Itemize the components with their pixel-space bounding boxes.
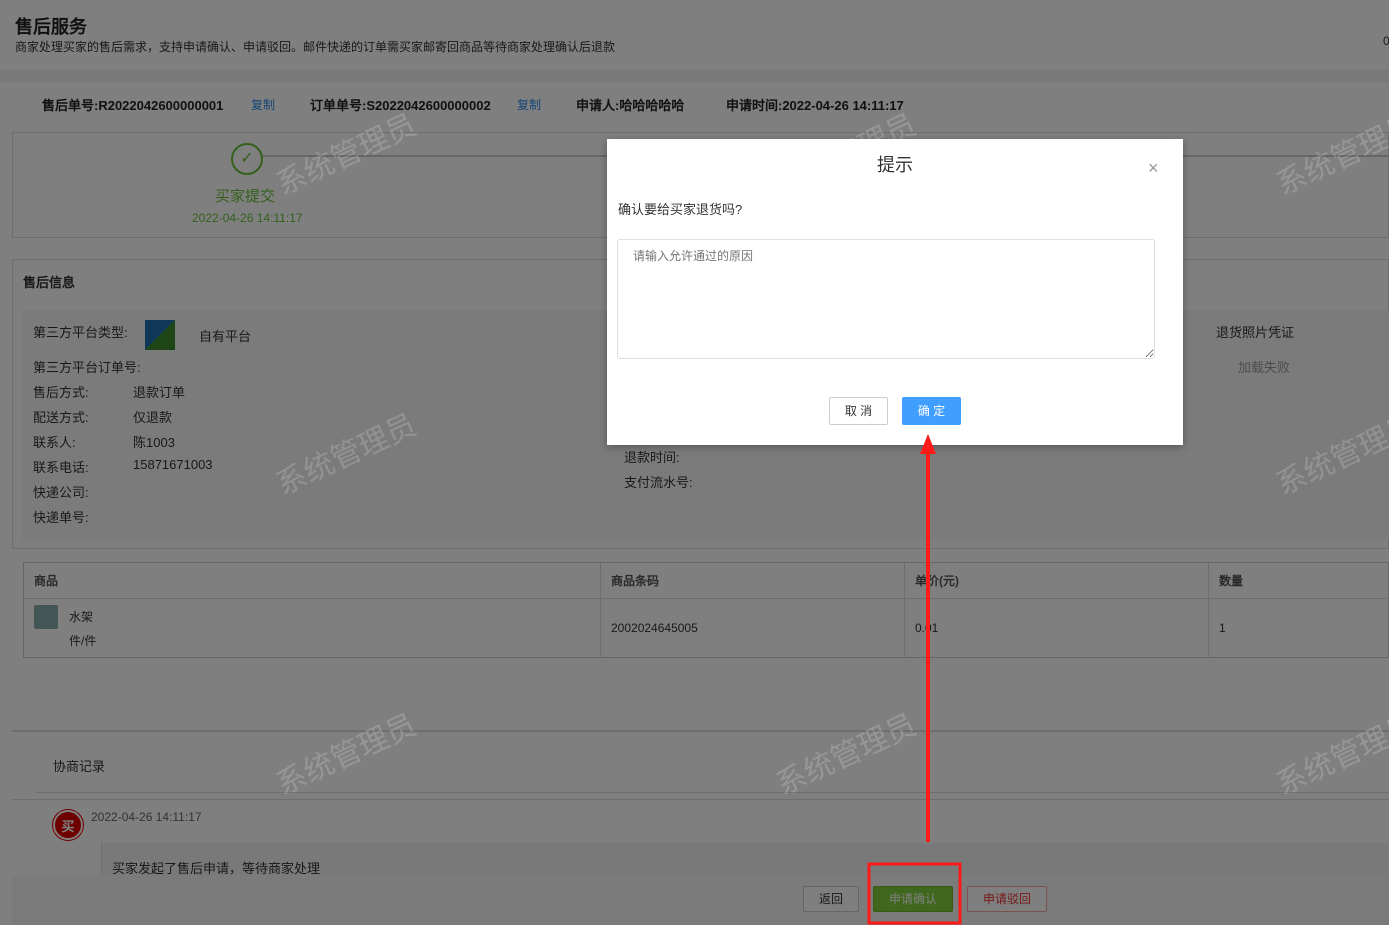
reason-textarea[interactable] xyxy=(617,239,1155,359)
ok-button[interactable]: 确 定 xyxy=(902,397,961,425)
dialog-question: 确认要给买家退货吗? xyxy=(618,202,743,217)
cancel-button[interactable]: 取 消 xyxy=(829,397,888,425)
close-icon[interactable]: × xyxy=(1148,158,1159,179)
annotation-arrow xyxy=(867,434,962,925)
arrow-head xyxy=(920,434,936,454)
highlight-box xyxy=(867,862,962,925)
confirm-dialog: 提示 × 确认要给买家退货吗? 取 消 确 定 xyxy=(607,139,1183,445)
dialog-title: 提示 xyxy=(877,155,913,175)
